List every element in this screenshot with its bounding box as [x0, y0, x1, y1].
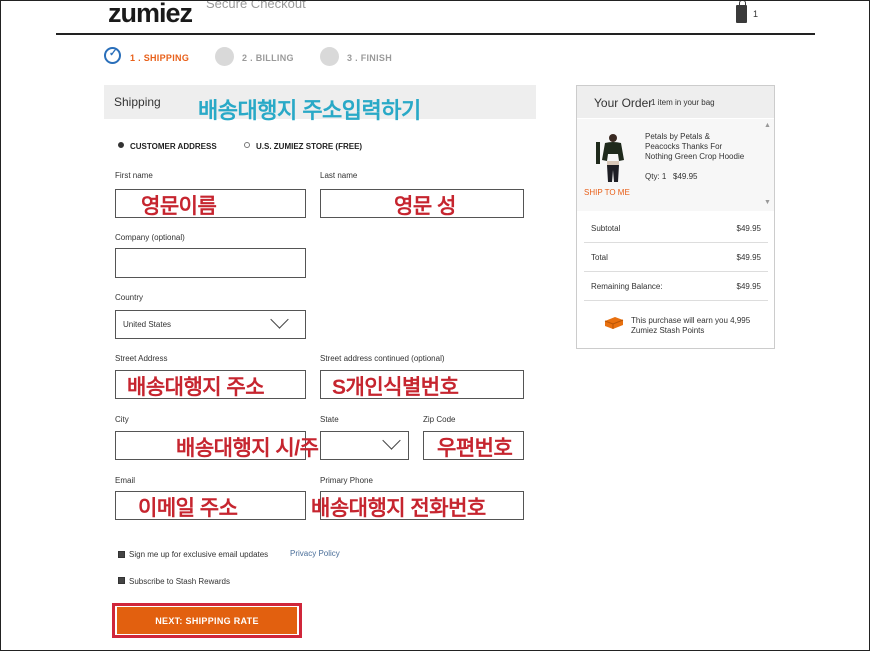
- city-label: City: [115, 415, 129, 424]
- email-label: Email: [115, 476, 136, 485]
- item-qty: Qty: 1 $49.95: [645, 172, 697, 181]
- annotation-last-name: 영문 성: [394, 195, 456, 218]
- next-shipping-rate-button[interactable]: NEXT: SHIPPING RATE: [117, 607, 297, 634]
- stash-optin-checkbox[interactable]: [118, 577, 125, 584]
- header-divider: [56, 33, 815, 35]
- order-subtitle: 1 item in your bag: [651, 98, 715, 107]
- street2-label: Street address continued (optional): [320, 354, 445, 363]
- item-name[interactable]: Petals by Petals & Peacocks Thanks For N…: [645, 132, 745, 161]
- checkmark-icon: ✓: [109, 48, 118, 59]
- annotation-first-name: 영문이름: [141, 195, 217, 218]
- item-price: $49.95: [673, 172, 698, 181]
- scroll-up-icon[interactable]: ▲: [764, 122, 771, 129]
- radio-customer-address-label[interactable]: CUSTOMER ADDRESS: [130, 142, 217, 151]
- step-billing-indicator: [215, 47, 234, 66]
- secure-checkout-text: Secure Checkout: [206, 0, 306, 11]
- email-optin-checkbox[interactable]: [118, 551, 125, 558]
- summary-label: Subtotal: [591, 224, 621, 233]
- order-title: Your Order: [594, 96, 653, 110]
- country-label: Country: [115, 293, 144, 302]
- radio-zumiez-store[interactable]: [244, 142, 250, 148]
- summary-label: Total: [591, 253, 608, 262]
- step-billing: 2 . BILLING: [242, 53, 294, 63]
- summary-label: Remaining Balance:: [591, 282, 663, 291]
- summary-row-total: Total $49.95: [584, 243, 768, 272]
- state-label: State: [320, 415, 339, 424]
- stash-optin-label[interactable]: Subscribe to Stash Rewards: [129, 577, 230, 586]
- annotation-zip: 우편번호: [437, 437, 513, 460]
- summary-value: $49.95: [736, 282, 761, 291]
- radio-customer-address[interactable]: [118, 142, 124, 148]
- first-name-label: First name: [115, 171, 153, 180]
- street-label: Street Address: [115, 354, 168, 363]
- ship-method: SHIP TO ME: [584, 188, 630, 197]
- step-finish: 3 . FINISH: [347, 53, 393, 63]
- country-value: United States: [123, 320, 172, 329]
- summary-value: $49.95: [736, 224, 761, 233]
- annotation-email: 이메일 주소: [138, 497, 238, 520]
- stash-points-icon: [604, 317, 624, 329]
- zip-label: Zip Code: [423, 415, 456, 424]
- bag-count: 1: [753, 9, 759, 19]
- shopping-bag-icon[interactable]: [736, 5, 747, 23]
- summary-value: $49.95: [736, 253, 761, 262]
- company-field[interactable]: [115, 248, 306, 278]
- scroll-down-icon[interactable]: ▼: [764, 199, 771, 206]
- summary-row-remaining: Remaining Balance: $49.95: [584, 272, 768, 301]
- phone-label: Primary Phone: [320, 476, 373, 485]
- stash-earn-text: This purchase will earn you 4,995 Zumiez…: [631, 316, 751, 335]
- zumiez-logo[interactable]: zumiez: [108, 0, 193, 27]
- radio-zumiez-store-label[interactable]: U.S. ZUMIEZ STORE (FREE): [256, 142, 362, 151]
- annotation-city: 배송대행지 시/주: [176, 437, 319, 460]
- company-label: Company (optional): [115, 233, 185, 242]
- shipping-title: Shipping: [114, 95, 161, 109]
- summary-row-subtotal: Subtotal $49.95: [584, 214, 768, 243]
- privacy-policy-link[interactable]: Privacy Policy: [290, 549, 340, 558]
- annotation-street2: S개인식별번호: [332, 376, 459, 399]
- email-optin-label[interactable]: Sign me up for exclusive email updates: [129, 550, 268, 559]
- annotation-phone: 배송대행지 전화번호: [311, 497, 486, 520]
- annotation-street: 배송대행지 주소: [127, 376, 265, 399]
- last-name-label: Last name: [320, 171, 358, 180]
- product-thumbnail[interactable]: [593, 132, 633, 184]
- annotation-shipping-title: 배송대행지 주소입력하기: [198, 98, 421, 123]
- item-qty-value: Qty: 1: [645, 172, 667, 181]
- step-shipping: 1 . SHIPPING: [130, 53, 190, 63]
- step-finish-indicator: [320, 47, 339, 66]
